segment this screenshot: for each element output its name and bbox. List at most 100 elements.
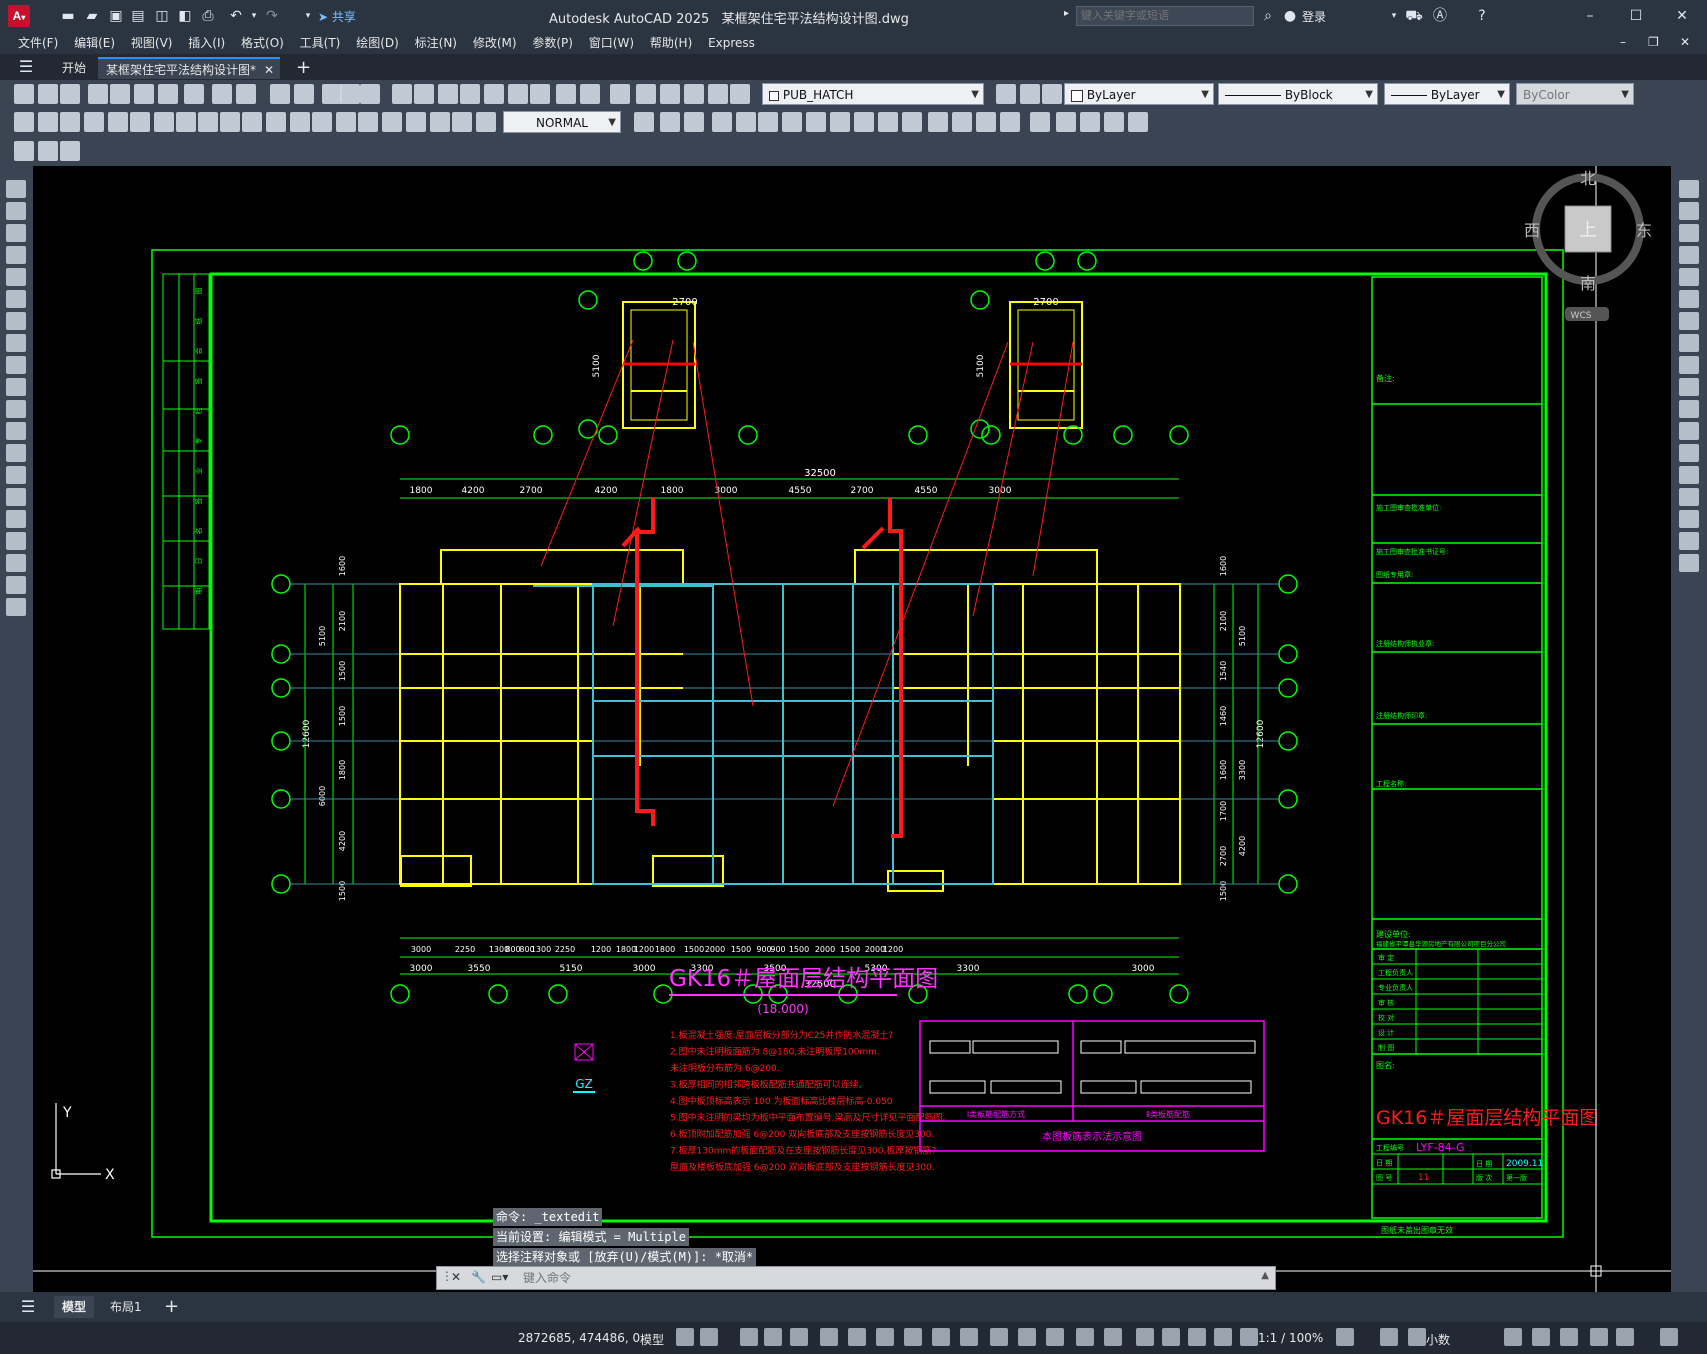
- draw-tool-button[interactable]: [6, 598, 26, 616]
- command-settings-icon[interactable]: 🔧: [471, 1270, 486, 1284]
- status-toggle-button[interactable]: [1076, 1328, 1094, 1346]
- toolbar-button[interactable]: [508, 84, 528, 104]
- toolbar-button[interactable]: [1128, 112, 1148, 132]
- status-toggle-button[interactable]: [1504, 1328, 1522, 1346]
- toolbar-button[interactable]: [660, 112, 680, 132]
- status-toggle-button[interactable]: [1214, 1328, 1232, 1346]
- toolbar-button[interactable]: [290, 112, 310, 132]
- toolbar-button[interactable]: [14, 112, 34, 132]
- command-input[interactable]: [523, 1269, 1223, 1287]
- toolbar-button[interactable]: [270, 84, 290, 104]
- new-file-icon[interactable]: ▬: [58, 6, 78, 26]
- add-layout-icon[interactable]: +: [164, 1296, 179, 1317]
- toolbar-button[interactable]: [312, 112, 332, 132]
- toolbar-button[interactable]: [266, 112, 286, 132]
- toolbar-button[interactable]: [806, 112, 826, 132]
- draw-tool-button[interactable]: [6, 422, 26, 440]
- undo-icon[interactable]: ↶: [226, 6, 246, 26]
- toolbar-button[interactable]: [636, 84, 656, 104]
- toolbar-button[interactable]: [758, 112, 778, 132]
- toolbar-button[interactable]: [878, 112, 898, 132]
- modify-tool-button[interactable]: [1679, 444, 1699, 462]
- status-toggle-button[interactable]: [904, 1328, 922, 1346]
- color-combo[interactable]: ByLayer ▼: [1064, 83, 1214, 105]
- drawing-canvas[interactable]: 图纸会签栏专业签名日期 备注: 施工图审查批准单位: 施工图审查批准书证号: 图纸专…: [33, 166, 1671, 1292]
- toolbar-button[interactable]: [220, 112, 240, 132]
- draw-tool-button[interactable]: [6, 290, 26, 308]
- coordinates-readout[interactable]: 2872685, 474486, 0: [518, 1331, 640, 1345]
- toolbar-button[interactable]: [708, 84, 728, 104]
- toolbar-button[interactable]: [530, 84, 550, 104]
- draw-tool-button[interactable]: [6, 554, 26, 572]
- modify-tool-button[interactable]: [1679, 246, 1699, 264]
- toolbar-button[interactable]: [1056, 112, 1076, 132]
- status-toggle-button[interactable]: [764, 1328, 782, 1346]
- menu-format[interactable]: 格式(O): [235, 32, 290, 54]
- status-toggle-button[interactable]: [1560, 1328, 1578, 1346]
- doc-restore-icon[interactable]: ❐: [1648, 35, 1659, 49]
- modify-tool-button[interactable]: [1679, 356, 1699, 374]
- draw-tool-button[interactable]: [6, 488, 26, 506]
- viewcube-east[interactable]: 东: [1636, 221, 1652, 240]
- draw-tool-button[interactable]: [6, 576, 26, 594]
- toolbar-button[interactable]: [476, 112, 496, 132]
- modify-tool-button[interactable]: [1679, 334, 1699, 352]
- draw-tool-button[interactable]: [6, 444, 26, 462]
- status-toggle-button[interactable]: [676, 1328, 694, 1346]
- menu-file[interactable]: 文件(F): [12, 32, 64, 54]
- menu-draw[interactable]: 绘图(D): [350, 32, 405, 54]
- tab-start[interactable]: 开始: [54, 57, 94, 79]
- modify-tool-button[interactable]: [1679, 488, 1699, 506]
- search-icon[interactable]: ⌕: [1258, 6, 1278, 26]
- save-icon[interactable]: ▣: [106, 6, 126, 26]
- draw-tool-button[interactable]: [6, 312, 26, 330]
- modify-tool-button[interactable]: [1679, 378, 1699, 396]
- save-as-icon[interactable]: ▤: [128, 6, 148, 26]
- open-web-icon[interactable]: ◫: [152, 6, 172, 26]
- status-toggle-button[interactable]: [1046, 1328, 1064, 1346]
- draw-tool-button[interactable]: [6, 202, 26, 220]
- toolbar-button[interactable]: [452, 112, 472, 132]
- draw-tool-button[interactable]: [6, 246, 26, 264]
- menu-dimension[interactable]: 标注(N): [409, 32, 463, 54]
- help-search-input[interactable]: [1076, 6, 1254, 26]
- toolbar-button[interactable]: [430, 112, 450, 132]
- search-expand-icon[interactable]: ▸: [1064, 8, 1069, 19]
- status-toggle-button[interactable]: [1616, 1328, 1634, 1346]
- plot-icon[interactable]: ⎙: [198, 6, 218, 26]
- toolbar-button[interactable]: [382, 112, 402, 132]
- tab-document[interactable]: 某框架住宅平法结构设计图* ✕: [98, 57, 281, 79]
- modify-tool-button[interactable]: [1679, 202, 1699, 220]
- toolbar-button[interactable]: [460, 84, 480, 104]
- doc-close-icon[interactable]: ✕: [1680, 35, 1690, 49]
- status-toggle-button[interactable]: [820, 1328, 838, 1346]
- toolbar-button[interactable]: [38, 141, 58, 161]
- modify-tool-button[interactable]: [1679, 510, 1699, 528]
- toolbar-button[interactable]: [158, 84, 178, 104]
- status-toggle-button[interactable]: [848, 1328, 866, 1346]
- toolbar-button[interactable]: [358, 112, 378, 132]
- draw-tool-button[interactable]: [6, 510, 26, 528]
- status-toggle-button[interactable]: [1336, 1328, 1354, 1346]
- redo-icon[interactable]: ↷: [262, 6, 282, 26]
- toolbar-button[interactable]: [610, 84, 630, 104]
- layer-combo[interactable]: PUB_HATCH ▼: [762, 83, 984, 105]
- tab-model[interactable]: 模型: [54, 1296, 95, 1318]
- modify-tool-button[interactable]: [1679, 224, 1699, 242]
- modify-tool-button[interactable]: [1679, 532, 1699, 550]
- draw-tool-button[interactable]: [6, 532, 26, 550]
- toolbar-button[interactable]: [236, 84, 256, 104]
- draw-tool-button[interactable]: [6, 224, 26, 242]
- toolbar-button[interactable]: [996, 84, 1016, 104]
- toolbar-button[interactable]: [184, 84, 204, 104]
- toolbar-button[interactable]: [1080, 112, 1100, 132]
- toolbar-button[interactable]: [736, 112, 756, 132]
- status-toggle-button[interactable]: [1532, 1328, 1550, 1346]
- toolbar-button[interactable]: [484, 84, 504, 104]
- menu-parametric[interactable]: 参数(P): [526, 32, 579, 54]
- menu-help[interactable]: 帮助(H): [644, 32, 698, 54]
- toolbar-button[interactable]: [902, 112, 922, 132]
- viewcube-west[interactable]: 西: [1524, 221, 1540, 240]
- cart-icon[interactable]: ⛟: [1404, 6, 1424, 26]
- toolbar-button[interactable]: [438, 84, 458, 104]
